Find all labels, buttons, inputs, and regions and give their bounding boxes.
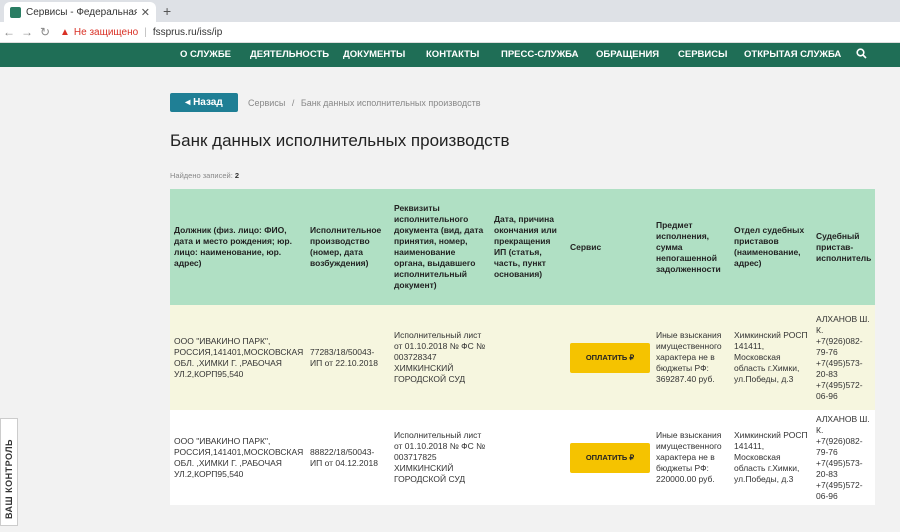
cell-debtor: ООО "ИВАКИНО ПАРК", РОССИЯ,141401,МОСКОВ… <box>170 305 306 410</box>
cell-end-date <box>490 410 566 505</box>
cell-debtor: ООО "ИВАКИНО ПАРК", РОССИЯ,141401,МОСКОВ… <box>170 410 306 505</box>
cell-bailiff: АЛХАНОВ Ш. К. +7(926)082-79-76 +7(495)57… <box>812 410 875 505</box>
insecure-label[interactable]: Не защищено <box>74 27 138 38</box>
pay-button[interactable]: ОПЛАТИТЬ ₽ <box>570 342 650 373</box>
cell-bailiff: АЛХАНОВ Ш. К. +7(926)082-79-76 +7(495)57… <box>812 305 875 410</box>
reload-icon[interactable]: ↻ <box>36 25 54 39</box>
breadcrumb-services[interactable]: Сервисы <box>248 98 285 108</box>
table-header-row: Должник (физ. лицо: ФИО, дата и место ро… <box>170 189 875 305</box>
table-row: ООО "ИВАКИНО ПАРК", РОССИЯ,141401,МОСКОВ… <box>170 410 875 505</box>
nav-item-services[interactable]: СЕРВИСЫ <box>678 49 727 60</box>
header-document: Реквизиты исполнительного документа (вид… <box>390 189 490 305</box>
cell-service: ОПЛАТИТЬ ₽ <box>566 305 652 410</box>
nav-item-documents[interactable]: ДОКУМЕНТЫ <box>343 49 405 60</box>
warning-icon[interactable]: ▲ <box>60 27 70 38</box>
site-nav: О СЛУЖБЕ ДЕЯТЕЛЬНОСТЬ ДОКУМЕНТЫ КОНТАКТЫ… <box>0 43 900 67</box>
header-subject: Предмет исполнения, сумма непогашенной з… <box>652 189 730 305</box>
page-title: Банк данных исполнительных производств <box>170 131 510 150</box>
browser-tab-bar: Сервисы - Федеральная служб ✕ + <box>0 0 900 22</box>
pay-button[interactable]: ОПЛАТИТЬ ₽ <box>570 442 650 473</box>
back-button[interactable]: ◂ Назад <box>170 93 238 112</box>
address-bar: ← → ↻ ▲ Не защищено | fssprus.ru/iss/ip <box>0 22 900 43</box>
nav-item-about[interactable]: О СЛУЖБЕ <box>180 49 231 60</box>
nav-item-press[interactable]: ПРЕСС-СЛУЖБА <box>501 49 579 60</box>
back-arrow-icon[interactable]: ← <box>0 25 18 39</box>
cell-document: Исполнительный лист от 01.10.2018 № ФС №… <box>390 410 490 505</box>
header-end-date: Дата, причина окончания или прекращения … <box>490 189 566 305</box>
cell-subject: Иные взыскания имущественного характера … <box>652 305 730 410</box>
nav-item-contacts[interactable]: КОНТАКТЫ <box>426 49 479 60</box>
site-favicon-icon <box>10 6 21 18</box>
cell-service: ОПЛАТИТЬ ₽ <box>566 410 652 505</box>
side-widget-label: ВАШ КОНТРОЛЬ <box>4 438 14 519</box>
results-table: Должник (физ. лицо: ФИО, дата и место ро… <box>170 189 875 505</box>
nav-item-appeals[interactable]: ОБРАЩЕНИЯ <box>596 49 659 60</box>
cell-end-date <box>490 305 566 410</box>
browser-tab[interactable]: Сервисы - Федеральная служб ✕ <box>4 2 156 22</box>
header-proceeding: Исполнительное производство (номер, дата… <box>306 189 390 305</box>
feedback-side-widget[interactable]: ВАШ КОНТРОЛЬ <box>0 418 18 526</box>
records-found: Найдено записей: 2 <box>170 171 239 180</box>
url-separator: | <box>144 26 147 38</box>
forward-arrow-icon[interactable]: → <box>18 25 36 39</box>
cell-proceeding: 88822/18/50043-ИП от 04.12.2018 <box>306 410 390 505</box>
cell-proceeding: 77283/18/50043-ИП от 22.10.2018 <box>306 305 390 410</box>
tab-close-icon[interactable]: ✕ <box>141 6 150 19</box>
header-service: Сервис <box>566 189 652 305</box>
cell-subject: Иные взыскания имущественного характера … <box>652 410 730 505</box>
records-found-label: Найдено записей: <box>170 171 233 180</box>
new-tab-button[interactable]: + <box>163 3 171 19</box>
cell-department: Химкинский РОСП 141411, Московская облас… <box>730 305 812 410</box>
cell-document: Исполнительный лист от 01.10.2018 № ФС №… <box>390 305 490 410</box>
records-found-count: 2 <box>234 171 240 180</box>
table-row: ООО "ИВАКИНО ПАРК", РОССИЯ,141401,МОСКОВ… <box>170 305 875 410</box>
header-debtor: Должник (физ. лицо: ФИО, дата и место ро… <box>170 189 306 305</box>
url-text[interactable]: fssprus.ru/iss/ip <box>153 27 222 38</box>
search-icon[interactable] <box>856 48 867 62</box>
breadcrumb: Сервисы / Банк данных исполнительных про… <box>248 98 481 108</box>
nav-item-activity[interactable]: ДЕЯТЕЛЬНОСТЬ <box>250 49 329 60</box>
breadcrumb-current: Банк данных исполнительных производств <box>300 98 481 108</box>
header-department: Отдел судебных приставов (наименование, … <box>730 189 812 305</box>
nav-item-open-service[interactable]: ОТКРЫТАЯ СЛУЖБА <box>744 49 841 60</box>
breadcrumb-separator: / <box>291 98 295 108</box>
cell-department: Химкинский РОСП 141411, Московская облас… <box>730 410 812 505</box>
header-bailiff: Судебный пристав-исполнитель <box>812 189 875 305</box>
tab-title: Сервисы - Федеральная служб <box>26 6 137 18</box>
